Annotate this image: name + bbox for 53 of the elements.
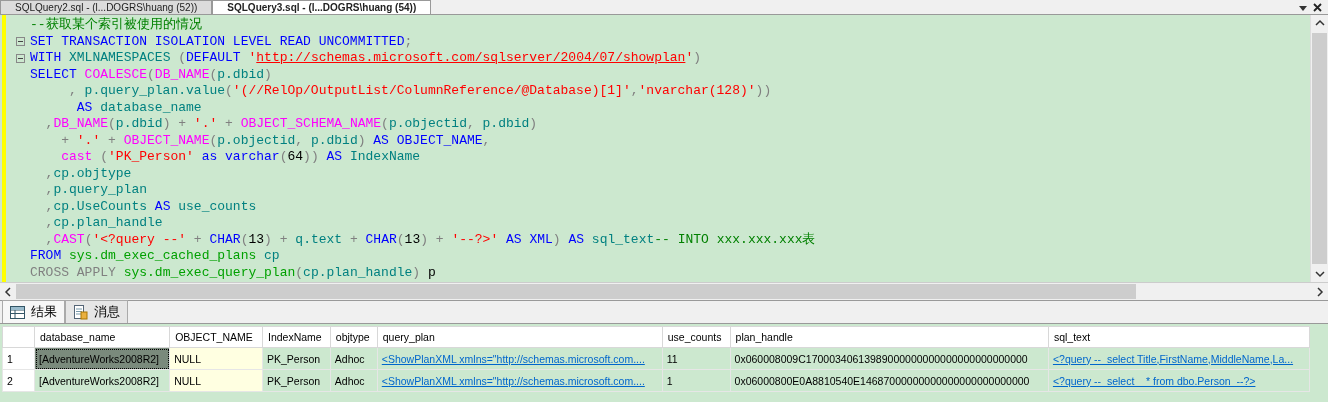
code-line: CROSS APPLY sys.dm_exec_query_plan(cp.plan_handle) p [30, 264, 436, 281]
code-line: + '.' + OBJECT_NAME(p.objectid, p.dbid) AS OBJECT_NAME, [60, 132, 491, 149]
scroll-down-icon[interactable] [1314, 269, 1325, 279]
code-line: SELECT COALESCE(DB_NAME(p.dbid) [30, 66, 272, 83]
code-line: --获取某个索引被使用的情况 [30, 17, 202, 34]
column-header[interactable]: use_counts [662, 326, 731, 348]
dropdown-icon[interactable] [1299, 6, 1307, 12]
code-line: SET TRANSACTION ISOLATION LEVEL READ UNCOMMITTED; [30, 33, 413, 50]
collapse-icon[interactable] [16, 53, 25, 63]
cell-link[interactable]: <ShowPlanXML xmlns="http://schemas.microsoft.com.... [377, 347, 663, 370]
column-header[interactable]: database_name [34, 326, 170, 348]
scroll-left-icon[interactable] [3, 286, 13, 297]
document-tab[interactable]: SQLQuery2.sql - (l...DOGRS\huang (52)) [0, 0, 213, 14]
column-header[interactable]: objtype [330, 326, 378, 348]
grid-icon [10, 304, 25, 320]
document-tab[interactable]: SQLQuery3.sql - (l...DOGRS\huang (54)) [212, 0, 432, 14]
scroll-right-icon[interactable] [1315, 286, 1325, 297]
column-header[interactable]: IndexName [262, 326, 331, 348]
horizontal-scrollbar[interactable] [0, 282, 1328, 301]
grid-cell[interactable]: [AdventureWorks2008R2] [34, 369, 170, 392]
code-line: WITH XMLNAMESPACES (DEFAULT 'http://schemas.microsoft.com/sqlserver/2004/07/showplan') [30, 50, 701, 67]
scroll-up-icon[interactable] [1314, 18, 1325, 28]
results-tab[interactable]: 消息 [65, 300, 128, 323]
row-header[interactable]: 1 [2, 347, 35, 370]
code-line: FROM sys.dm_exec_cached_plans cp [30, 248, 280, 265]
row-header[interactable]: 2 [2, 369, 35, 392]
collapse-icon[interactable] [16, 37, 25, 47]
code-line: ,cp.objtype [44, 165, 132, 182]
column-header[interactable]: plan_handle [730, 326, 1049, 348]
code-line: ,CAST('<?query --' + CHAR(13) + q.text + CHAR(13) + '--?>' AS XML) AS sql_text-- INTO xxx.xxx.xxx表 [44, 231, 816, 248]
scrollbar-thumb[interactable] [16, 284, 1136, 299]
cell-link[interactable]: <?query -- select Title,FirstName,MiddleName,La... [1048, 347, 1310, 370]
scrollbar-thumb[interactable] [1312, 33, 1327, 264]
column-header[interactable]: sql_text [1048, 326, 1310, 348]
cell-link[interactable]: <ShowPlanXML xmlns="http://schemas.microsoft.com.... [377, 369, 663, 392]
code-line: ,DB_NAME(p.dbid) + '.' + OBJECT_SCHEMA_NAME(p.objectid, p.dbid) [44, 116, 538, 133]
document-icon [73, 304, 88, 320]
close-icon[interactable] [1313, 3, 1322, 12]
code-line: , p.query_plan.value('(//RelOp/OutputList/ColumnReference/@Database)[1]','nvarchar(128)')) [68, 83, 772, 100]
column-header[interactable]: query_plan [377, 326, 663, 348]
column-header[interactable]: OBJECT_NAME [169, 326, 263, 348]
vertical-scrollbar[interactable] [1310, 15, 1328, 282]
code-line: ,p.query_plan [44, 182, 148, 199]
grid-cell[interactable]: 0x060008009C17000340613989000000000000000000000000 [730, 347, 1049, 370]
grid-corner [2, 326, 35, 348]
code-line: ,cp.UseCounts AS use_counts [44, 198, 257, 215]
code-line: ,cp.plan_handle [44, 215, 163, 232]
code-line: AS database_name [75, 99, 202, 116]
results-tab[interactable]: 结果 [2, 300, 65, 323]
code-line: cast ('PK_Person' as varchar(64)) AS IndexName [60, 149, 421, 166]
grid-cell[interactable]: 0x06000800E0A8810540E14687000000000000000000000000 [730, 369, 1049, 392]
grid-cell[interactable]: [AdventureWorks2008R2] [34, 347, 170, 370]
cell-link[interactable]: <?query -- select * from dbo.Person --?> [1048, 369, 1310, 392]
